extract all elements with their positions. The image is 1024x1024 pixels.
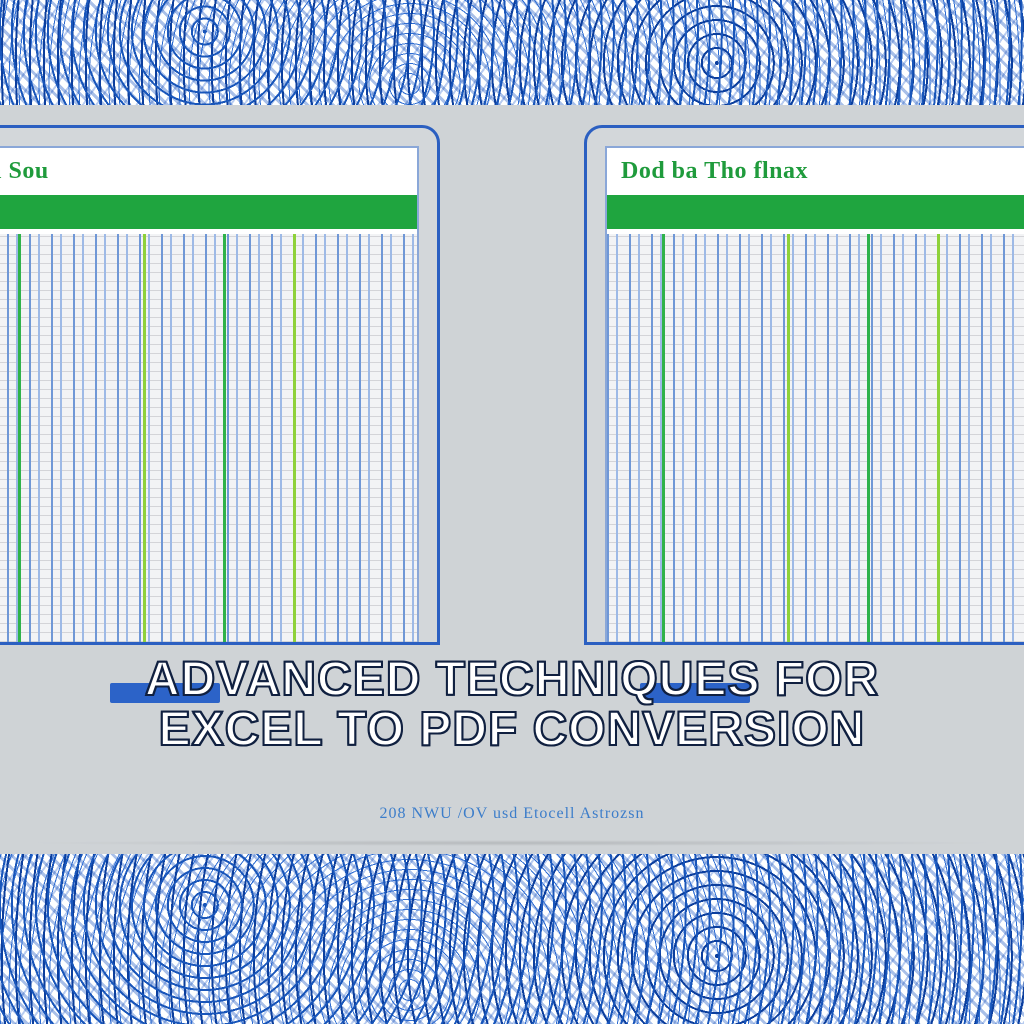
panel-right-inner: Dod ba Tho flnax [605, 146, 1024, 642]
pattern-border-bottom [0, 854, 1024, 1024]
headline-line-2: Excel to PDF Conversion [0, 705, 1024, 755]
footer-caption: 208 NWU /OV usd Etocell Astrozsn [0, 805, 1024, 823]
left-action-button[interactable] [110, 683, 220, 703]
panel-left-inner: en Sou [0, 146, 419, 642]
right-action-button[interactable] [640, 683, 750, 703]
panel-left-title: en Sou [0, 148, 417, 191]
button-row [0, 683, 1024, 703]
panel-right-title: Dod ba Tho flnax [607, 148, 1024, 191]
panel-left-sheet-grid [0, 234, 417, 642]
panel-left: en Sou [0, 125, 440, 645]
panel-right-sheet-grid [607, 234, 1024, 642]
pattern-border-top [0, 0, 1024, 105]
headline: Advanced Techniques for Excel to PDF Con… [0, 655, 1024, 756]
panel-right: Dod ba Tho flnax [584, 125, 1024, 645]
content-stage: en Sou Dod ba Tho flnax Advanced Techniq… [0, 105, 1024, 854]
panel-right-header-bar [607, 195, 1024, 229]
panel-left-header-bar [0, 195, 417, 229]
